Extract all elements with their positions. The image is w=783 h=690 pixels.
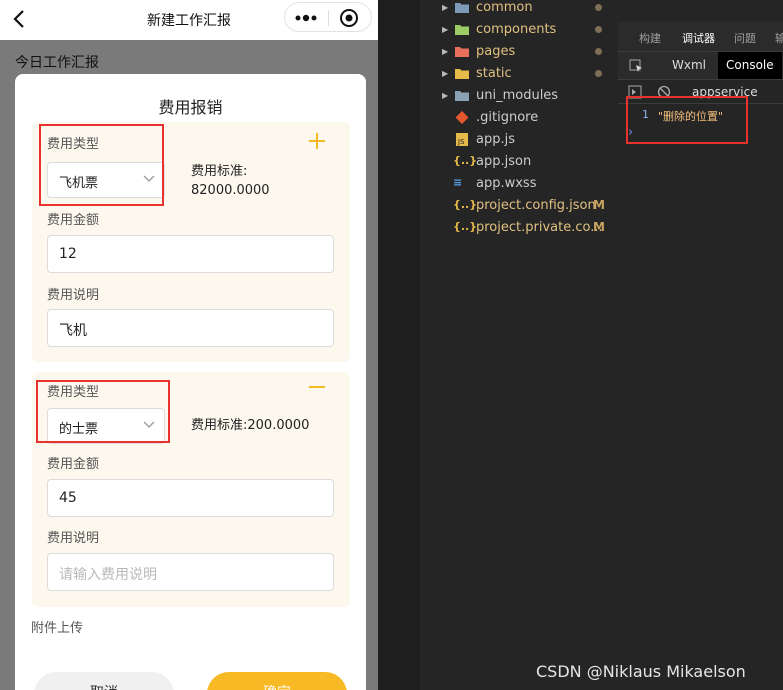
tree-file-project-config[interactable]: {..} project.config.json M	[420, 195, 618, 217]
tree-folder-uni-modules[interactable]: ▶ uni_modules	[420, 85, 618, 107]
expense-desc-placeholder: 请输入费用说明	[59, 567, 157, 583]
attachment-upload-label[interactable]: 附件上传	[31, 617, 83, 636]
chevron-right-icon: ▶	[442, 3, 449, 12]
expense-amount-input[interactable]: 45	[47, 479, 334, 517]
plus-icon[interactable]	[308, 132, 326, 150]
tree-folder-common[interactable]: ▶ common	[420, 0, 618, 19]
devtools-tabs: 构建 调试器 问题 输	[618, 22, 783, 52]
svg-text:JS: JS	[457, 138, 465, 146]
tree-file-project-private[interactable]: {..} project.private.co... M	[420, 217, 618, 239]
expense-desc-value: 飞机	[59, 323, 87, 339]
folder-icon	[455, 3, 469, 13]
page-heading: 今日工作汇报	[15, 55, 99, 71]
tree-folder-components[interactable]: ▶ components	[420, 19, 618, 41]
tab-console[interactable]: Console	[718, 52, 782, 79]
expense-desc-label: 费用说明	[47, 531, 100, 546]
expense-amount-label: 费用金额	[47, 457, 100, 472]
more-dots-icon[interactable]	[291, 8, 323, 28]
confirm-button[interactable]: 确定	[207, 672, 347, 690]
tree-item-label: project.config.json	[476, 198, 596, 213]
chevron-right-icon: ▶	[442, 25, 449, 34]
tab-build[interactable]: 构建	[639, 30, 661, 46]
tree-file-app-js[interactable]: JS app.js	[420, 129, 618, 151]
tree-item-label: app.js	[476, 132, 515, 147]
folder-icon	[455, 25, 469, 35]
expense-standard-label: 费用标准:	[191, 164, 248, 179]
chevron-right-icon: ▶	[442, 47, 449, 56]
tree-item-label: static	[476, 66, 512, 81]
file-explorer: ▶ common ▶ components ▶ pages ▶ static ▶…	[420, 0, 618, 690]
tree-file-gitignore[interactable]: .gitignore	[420, 107, 618, 129]
modified-badge: M	[593, 198, 605, 212]
cancel-button[interactable]: 取消	[34, 672, 174, 690]
js-icon: JS	[456, 133, 468, 146]
tab-problems[interactable]: 问题	[734, 30, 756, 46]
debugger-subtabs: Wxml Console	[618, 52, 783, 80]
tree-file-app-wxss[interactable]: ≡ app.wxss	[420, 173, 618, 195]
expense-desc-label: 费用说明	[47, 288, 100, 303]
expense-amount-label: 费用金额	[47, 213, 100, 228]
expense-amount-value: 12	[59, 246, 77, 262]
highlight-box	[36, 380, 170, 443]
expense-amount-input[interactable]: 12	[47, 235, 334, 273]
watermark: CSDN @Niklaus Mikaelson	[536, 662, 746, 681]
folder-icon	[455, 47, 469, 57]
expense-amount-value: 45	[59, 490, 77, 506]
json-icon: {..}	[453, 154, 478, 167]
tree-item-label: uni_modules	[476, 88, 559, 103]
tree-item-label: project.private.co...	[476, 220, 603, 235]
folder-icon	[455, 69, 469, 79]
highlight-box	[39, 124, 164, 206]
devtools-panel: 构建 调试器 问题 输 Wxml Console appservice 1 "删…	[618, 0, 783, 690]
capsule-divider	[328, 10, 329, 26]
dialog-title: 费用报销	[158, 98, 223, 117]
tree-item-label: app.wxss	[476, 176, 537, 191]
tree-item-label: common	[476, 0, 533, 15]
folder-icon	[455, 91, 469, 101]
simulator: 新建工作汇报 今日工作汇报 费用报销 费用类型 飞机票 费用标准: 82000.…	[0, 0, 378, 690]
tree-file-app-json[interactable]: {..} app.json	[420, 151, 618, 173]
tree-item-label: .gitignore	[476, 110, 539, 125]
git-icon	[455, 111, 469, 124]
expense-standard: 费用标准:200.0000	[191, 418, 310, 433]
nav-bar: 新建工作汇报	[0, 0, 378, 40]
tree-folder-pages[interactable]: ▶ pages	[420, 41, 618, 63]
tab-output[interactable]: 输	[775, 30, 783, 46]
editor-gutter	[378, 0, 420, 690]
minus-icon[interactable]	[308, 378, 326, 396]
expense-standard-value: 82000.0000	[191, 183, 270, 198]
json-icon: {..}	[453, 198, 478, 211]
expense-desc-input[interactable]: 飞机	[47, 309, 334, 347]
json-icon: {..}	[453, 220, 478, 233]
css-icon: ≡	[453, 176, 463, 189]
close-target-icon[interactable]	[338, 7, 360, 29]
tab-wxml[interactable]: Wxml	[672, 58, 706, 72]
modified-dot-icon	[595, 26, 602, 33]
chevron-right-icon: ▶	[442, 69, 449, 78]
modified-dot-icon	[595, 70, 602, 77]
modified-dot-icon	[595, 4, 602, 11]
expense-desc-input[interactable]: 请输入费用说明	[47, 553, 334, 591]
tree-item-label: pages	[476, 44, 516, 59]
highlight-box	[626, 96, 748, 144]
inspect-cursor-icon[interactable]	[629, 59, 643, 73]
chevron-right-icon: ▶	[442, 91, 449, 100]
expense-standard: 费用标准: 82000.0000	[191, 162, 270, 200]
modified-dot-icon	[595, 48, 602, 55]
tree-item-label: components	[476, 22, 557, 37]
tree-item-label: app.json	[476, 154, 532, 169]
modified-badge: M	[593, 220, 605, 234]
tree-folder-static[interactable]: ▶ static	[420, 63, 618, 85]
menu-capsule	[284, 2, 372, 32]
tab-debugger[interactable]: 调试器	[682, 30, 715, 46]
